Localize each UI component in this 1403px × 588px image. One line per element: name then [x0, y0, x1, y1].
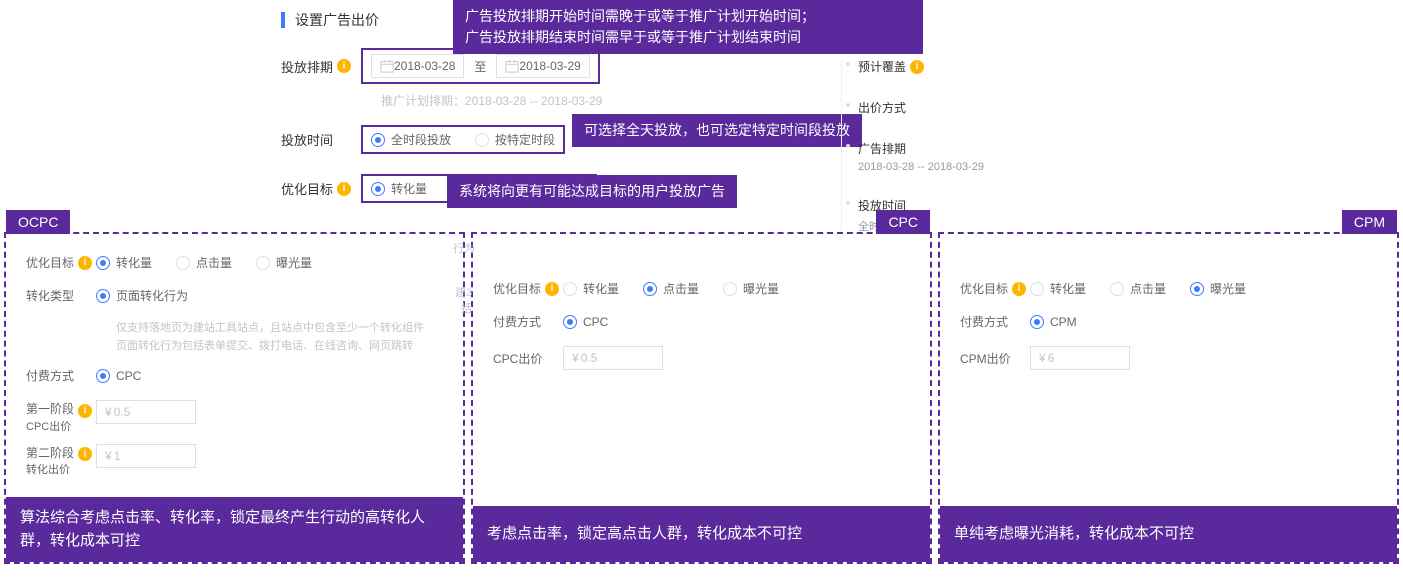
callout-time: 可选择全天投放，也可选定特定时间段投放 [572, 114, 862, 147]
panel-cpm: CPM 优化目标i 转化量 点击量 曝光量 付费方式 CPM CPM出价 ¥6 … [938, 232, 1399, 564]
callout-schedule: 广告投放排期开始时间需晚于或等于推广计划开始时间； 广告投放排期结束时间需早于或… [453, 0, 923, 54]
end-date-value: 2018-03-29 [519, 59, 580, 73]
ocpc-stage1-input[interactable]: ¥0.5 [96, 400, 196, 424]
cpm-bid-input[interactable]: ¥6 [1030, 346, 1130, 370]
end-date-input[interactable]: 2018-03-29 [496, 54, 589, 78]
info-icon[interactable]: i [337, 59, 351, 73]
ocpc-goal-exposure[interactable]: 曝光量 [256, 254, 312, 271]
summary-bid-method: 出价方式 [846, 99, 984, 116]
schedule-label: 投放排期 i [281, 57, 361, 76]
ocpc-conv-type-page[interactable]: 页面转化行为 [96, 287, 188, 304]
cpc-goal-exposure[interactable]: 曝光量 [723, 280, 779, 297]
calendar-icon [380, 59, 394, 73]
ocpc-goal-row: 优化目标i 转化量 点击量 曝光量 [26, 254, 443, 271]
cpc-goal-click[interactable]: 点击量 [643, 280, 699, 297]
cpm-pay-cpm[interactable]: CPM [1030, 315, 1077, 329]
cpc-bid-row: CPC出价 ¥0.5 [493, 346, 910, 370]
cpm-goal-click[interactable]: 点击量 [1110, 280, 1166, 297]
callout-goal: 系统将向更有可能达成目标的用户投放广告 [447, 175, 737, 208]
date-separator: 至 [474, 58, 486, 75]
cpc-pay-cpc[interactable]: CPC [563, 315, 608, 329]
info-icon[interactable]: i [545, 282, 559, 296]
cpm-goal-conversion[interactable]: 转化量 [1030, 280, 1086, 297]
time-label: 投放时间 [281, 130, 361, 149]
stray-text: 括 [461, 300, 472, 316]
cpm-goal-exposure[interactable]: 曝光量 [1190, 280, 1246, 297]
stray-text: 建3 [455, 284, 472, 300]
goal-label: 优化目标 i [281, 179, 361, 198]
cpm-pay-row: 付费方式 CPM [960, 313, 1377, 330]
goal-radio-conversion[interactable]: 转化量 [371, 180, 427, 197]
info-icon[interactable]: i [1012, 282, 1026, 296]
info-icon[interactable]: i [78, 256, 92, 270]
info-icon[interactable]: i [78, 447, 92, 461]
info-icon[interactable]: i [910, 60, 924, 74]
cpc-goal-row: 优化目标i 转化量 点击量 曝光量 [493, 280, 910, 297]
ocpc-help-text: 仅支持落地页为建站工具站点，且站点中包含至少一个转化组件 页面转化行为包括表单提… [116, 320, 443, 355]
ocpc-goal-conversion[interactable]: 转化量 [96, 254, 152, 271]
time-radio-group: 全时段投放 按特定时段 [371, 131, 555, 148]
info-icon[interactable]: i [78, 404, 92, 418]
cpc-bid-input[interactable]: ¥0.5 [563, 346, 663, 370]
cpc-pay-row: 付费方式 CPC [493, 313, 910, 330]
time-box: 全时段投放 按特定时段 [361, 125, 565, 154]
bidding-panels: OCPC 优化目标i 转化量 点击量 曝光量 转化类型 页面转化行为 仅支持落地… [4, 232, 1399, 564]
panel-ocpc: OCPC 优化目标i 转化量 点击量 曝光量 转化类型 页面转化行为 仅支持落地… [4, 232, 465, 564]
ocpc-conv-type-row: 转化类型 页面转化行为 [26, 287, 443, 304]
stray-text: 行为 [453, 240, 475, 256]
section-title-text: 设置广告出价 [295, 10, 379, 30]
cpc-goal-conversion[interactable]: 转化量 [563, 280, 619, 297]
cpm-footer: 单纯考虑曝光消耗，转化成本不可控 [940, 506, 1397, 562]
ocpc-stage1-row: 第一阶段i CPC出价 ¥0.5 [26, 400, 443, 434]
ocpc-pay-cpc[interactable]: CPC [96, 369, 141, 383]
ocpc-stage2-input[interactable]: ¥1 [96, 444, 196, 468]
ocpc-stage2-row: 第二阶段i 转化出价 ¥1 [26, 444, 443, 478]
start-date-input[interactable]: 2018-03-28 [371, 54, 464, 78]
calendar-icon [505, 59, 519, 73]
ocpc-goal-click[interactable]: 点击量 [176, 254, 232, 271]
cpm-bid-row: CPM出价 ¥6 [960, 346, 1377, 370]
time-radio-all[interactable]: 全时段投放 [371, 131, 451, 148]
start-date-value: 2018-03-28 [394, 59, 455, 73]
cpm-goal-row: 优化目标i 转化量 点击量 曝光量 [960, 280, 1377, 297]
ocpc-pay-row: 付费方式 CPC [26, 367, 443, 384]
panel-cpc: 行为 建3 括 CPC 优化目标i 转化量 点击量 曝光量 付费方式 CPC C… [471, 232, 932, 564]
panel-tag-ocpc: OCPC [6, 210, 70, 234]
divider-line [841, 60, 842, 230]
info-icon[interactable]: i [337, 182, 351, 196]
panel-tag-cpm: CPM [1342, 210, 1397, 234]
ocpc-footer: 算法综合考虑点击率、转化率，锁定最终产生行动的高转化人群，转化成本可控 [6, 497, 463, 562]
cpc-footer: 考虑点击率，锁定高点击人群，转化成本不可控 [473, 506, 930, 562]
panel-tag-cpc: CPC [876, 210, 930, 234]
time-radio-specific[interactable]: 按特定时段 [475, 131, 555, 148]
summary-coverage: 预计覆盖i [846, 58, 984, 75]
summary-schedule: 广告排期 2018-03-28 -- 2018-03-29 [846, 140, 984, 173]
